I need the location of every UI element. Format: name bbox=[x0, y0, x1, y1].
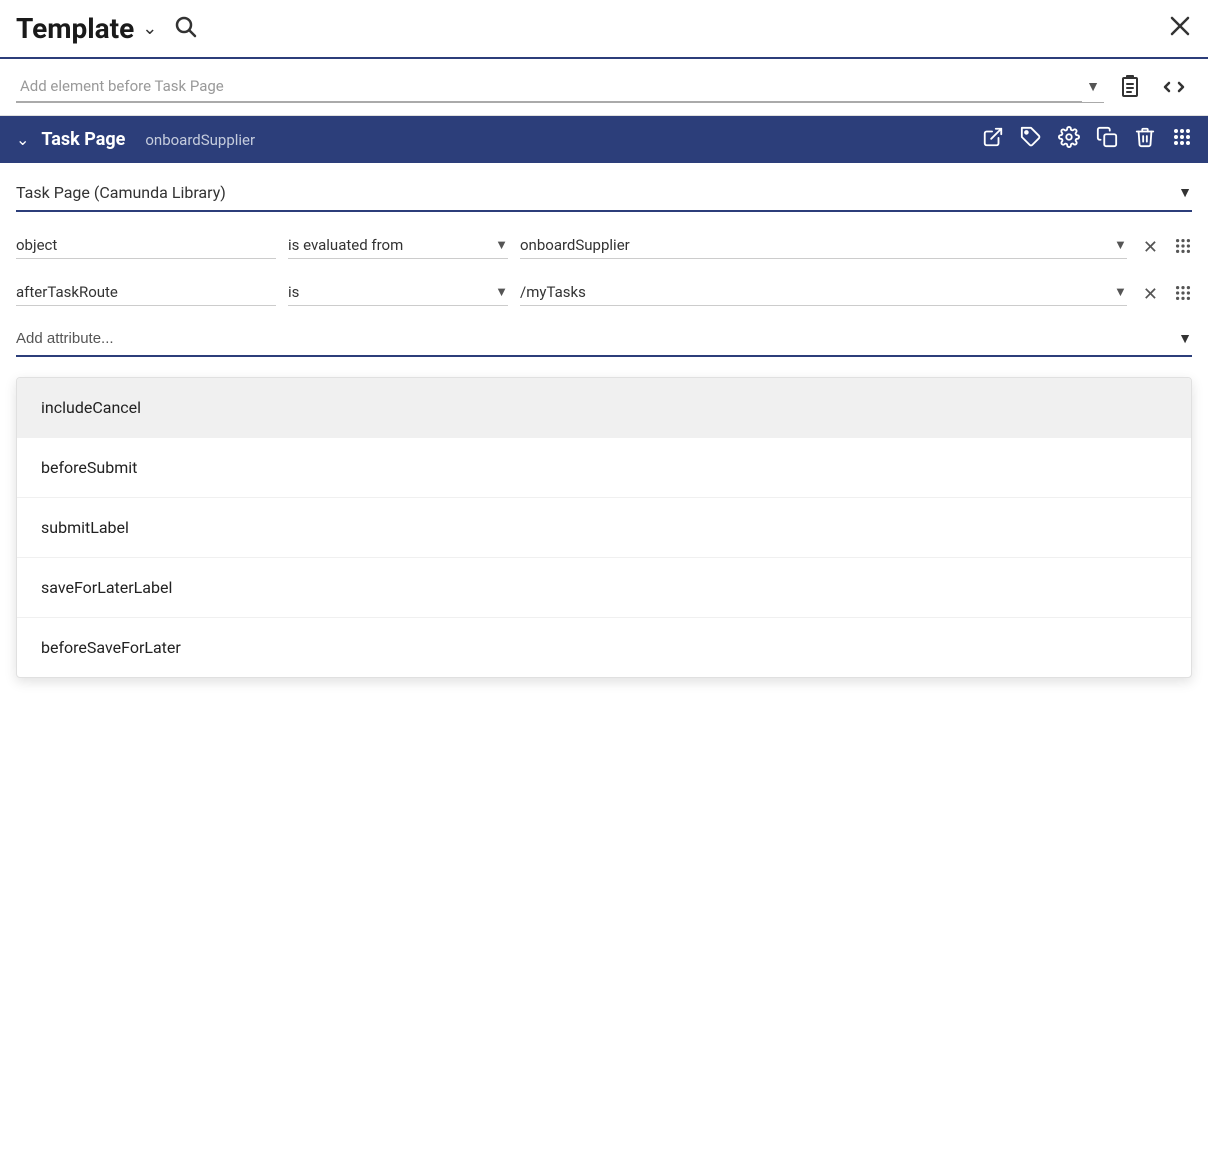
add-attribute-row: ▼ bbox=[16, 330, 1192, 357]
app-container: Template ⌄ Add element before Task Page … bbox=[0, 0, 1208, 678]
attr-name-object: object bbox=[16, 236, 276, 259]
attr-delete-button-1[interactable]: ✕ bbox=[1139, 237, 1162, 258]
app-title: Template bbox=[16, 12, 134, 45]
attribute-dropdown-list: includeCancel beforeSubmit submitLabel s… bbox=[16, 377, 1192, 678]
library-dropdown[interactable]: Task Page (Camunda Library) bbox=[16, 183, 1178, 202]
attr-operator-text-2: is bbox=[288, 283, 491, 301]
attribute-row: afterTaskRoute is ▼ /myTasks ▼ ✕ bbox=[16, 283, 1192, 310]
value-chevron-icon-2: ▼ bbox=[1114, 284, 1127, 300]
task-page-bar: ⌄ Task Page onboardSupplier bbox=[0, 116, 1208, 163]
add-attribute-chevron-icon[interactable]: ▼ bbox=[1178, 330, 1192, 347]
add-element-select[interactable]: Add element before Task Page bbox=[16, 71, 1082, 102]
attr-value-dropdown-1[interactable]: onboardSupplier ▼ bbox=[520, 236, 1127, 259]
attr-delete-button-2[interactable]: ✕ bbox=[1139, 284, 1162, 305]
attribute-row: object is evaluated from ▼ onboardSuppli… bbox=[16, 236, 1192, 263]
attr-drag-handle-2[interactable] bbox=[1174, 284, 1192, 306]
attr-operator-dropdown-2[interactable]: is ▼ bbox=[288, 283, 508, 306]
title-chevron-icon[interactable]: ⌄ bbox=[142, 18, 157, 39]
dropdown-item-submitLabel[interactable]: submitLabel bbox=[17, 498, 1191, 558]
add-element-chevron-icon[interactable]: ▼ bbox=[1082, 74, 1104, 99]
library-chevron-icon[interactable]: ▼ bbox=[1178, 184, 1192, 201]
dots-grid-icon[interactable] bbox=[1172, 127, 1192, 152]
attr-name-afterTaskRoute: afterTaskRoute bbox=[16, 283, 276, 306]
task-page-actions bbox=[982, 126, 1192, 153]
add-attribute-input[interactable] bbox=[16, 330, 1178, 347]
search-icon[interactable] bbox=[173, 14, 197, 44]
task-page-title: Task Page bbox=[41, 129, 125, 150]
dropdown-item-beforeSubmit[interactable]: beforeSubmit bbox=[17, 438, 1191, 498]
header: Template ⌄ bbox=[0, 0, 1208, 59]
tag-icon[interactable] bbox=[1020, 126, 1042, 153]
external-link-icon[interactable] bbox=[982, 126, 1004, 153]
dropdown-item-beforeSaveForLater[interactable]: beforeSaveForLater bbox=[17, 618, 1191, 677]
content-area: Task Page (Camunda Library) ▼ object is … bbox=[0, 163, 1208, 377]
attr-value-dropdown-2[interactable]: /myTasks ▼ bbox=[520, 283, 1127, 306]
attr-drag-handle-1[interactable] bbox=[1174, 237, 1192, 259]
operator-chevron-icon-2: ▼ bbox=[495, 284, 508, 300]
copy-icon[interactable] bbox=[1096, 126, 1118, 153]
attr-value-text-1: onboardSupplier bbox=[520, 236, 1110, 254]
trash-icon[interactable] bbox=[1134, 126, 1156, 153]
clipboard-button[interactable] bbox=[1112, 69, 1148, 105]
toolbar-row: Add element before Task Page ▼ bbox=[0, 59, 1208, 116]
gear-icon[interactable] bbox=[1058, 126, 1080, 153]
close-icon[interactable] bbox=[1168, 14, 1192, 44]
attr-operator-text-1: is evaluated from bbox=[288, 236, 491, 254]
operator-chevron-icon-1: ▼ bbox=[495, 237, 508, 253]
task-page-subtitle: onboardSupplier bbox=[145, 131, 255, 149]
value-chevron-icon-1: ▼ bbox=[1114, 237, 1127, 253]
attr-value-text-2: /myTasks bbox=[520, 283, 1110, 301]
library-row: Task Page (Camunda Library) ▼ bbox=[16, 183, 1192, 212]
attr-operator-dropdown-1[interactable]: is evaluated from ▼ bbox=[288, 236, 508, 259]
dropdown-item-saveForLaterLabel[interactable]: saveForLaterLabel bbox=[17, 558, 1191, 618]
dropdown-item-includeCancel[interactable]: includeCancel bbox=[17, 378, 1191, 438]
code-button[interactable] bbox=[1156, 69, 1192, 105]
task-page-chevron-icon[interactable]: ⌄ bbox=[16, 130, 29, 149]
